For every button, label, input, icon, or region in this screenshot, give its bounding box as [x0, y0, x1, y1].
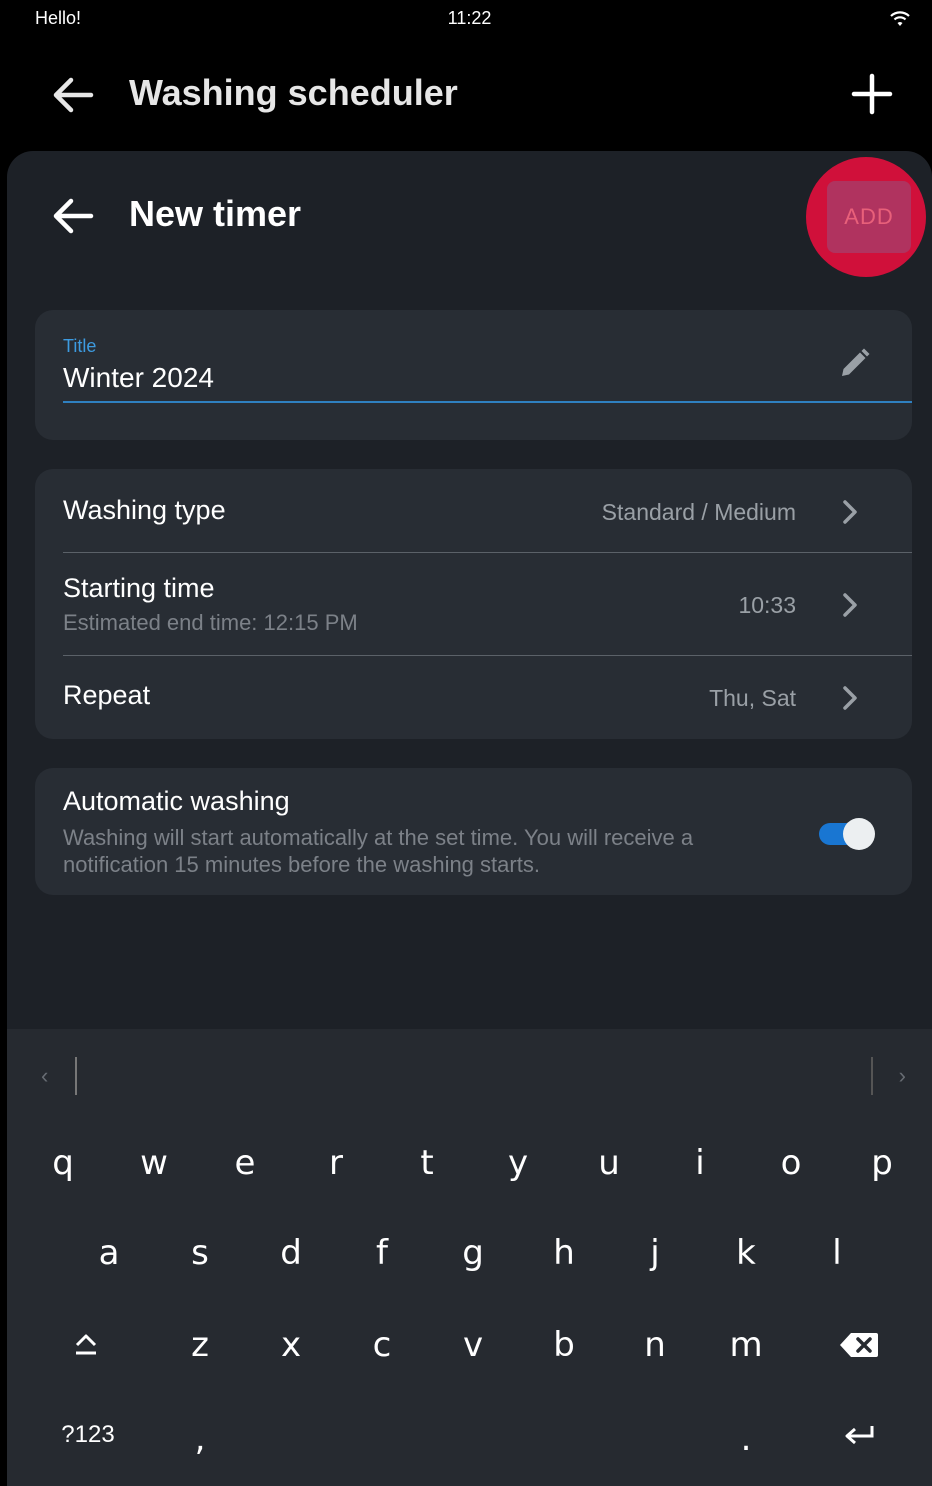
sheet-back-icon[interactable] — [47, 191, 97, 241]
suggestion-divider — [75, 1057, 77, 1095]
title-card: Title Winter 2024 — [35, 310, 912, 440]
estimated-end-time: Estimated end time: 12:15 PM — [63, 610, 358, 635]
key-a[interactable]: a — [79, 1223, 139, 1283]
key-y[interactable]: y — [488, 1133, 548, 1193]
key-h[interactable]: h — [534, 1223, 594, 1283]
starting-time-value: 10:33 — [738, 592, 796, 618]
sheet-title: New timer — [129, 193, 302, 234]
enter-key[interactable] — [829, 1405, 889, 1465]
key-b[interactable]: b — [534, 1315, 594, 1375]
add-icon[interactable] — [850, 72, 894, 116]
status-bar: Hello! 11:22 — [7, 0, 932, 40]
comma-key[interactable]: , — [170, 1409, 230, 1469]
key-f[interactable]: f — [352, 1223, 412, 1283]
automatic-washing-label: Automatic washing — [63, 786, 290, 816]
add-button[interactable]: ADD — [827, 181, 911, 253]
keyboard: ‹ › q w e r t y u i o p a s d f g h j k … — [7, 1029, 932, 1486]
wifi-icon — [888, 8, 912, 28]
key-n[interactable]: n — [625, 1315, 685, 1375]
key-d[interactable]: d — [261, 1223, 321, 1283]
key-l[interactable]: l — [807, 1223, 867, 1283]
enter-icon — [842, 1423, 876, 1447]
repeat-value: Thu, Sat — [709, 685, 796, 711]
sheet-header: New timer ADD — [7, 151, 932, 281]
key-v[interactable]: v — [443, 1315, 503, 1375]
automatic-washing-card: Automatic washing Washing will start aut… — [35, 768, 912, 895]
backspace-key[interactable] — [829, 1315, 889, 1375]
key-i[interactable]: i — [670, 1133, 730, 1193]
title-field-underline — [63, 401, 912, 403]
key-q[interactable]: q — [33, 1133, 93, 1193]
key-p[interactable]: p — [852, 1133, 912, 1193]
status-time: 11:22 — [447, 8, 492, 28]
key-u[interactable]: u — [579, 1133, 639, 1193]
key-k[interactable]: k — [716, 1223, 776, 1283]
key-s[interactable]: s — [170, 1223, 230, 1283]
symbols-key[interactable]: ?123 — [57, 1405, 119, 1465]
shift-icon — [73, 1333, 99, 1357]
key-m[interactable]: m — [716, 1315, 776, 1375]
chevron-right-icon — [838, 683, 862, 713]
washing-type-value: Standard / Medium — [601, 499, 796, 525]
chevron-right-icon — [838, 497, 862, 527]
key-x[interactable]: x — [261, 1315, 321, 1375]
shift-key[interactable] — [56, 1315, 116, 1375]
key-t[interactable]: t — [397, 1133, 457, 1193]
repeat-label: Repeat — [63, 680, 151, 710]
suggestion-divider — [871, 1057, 873, 1095]
app-title: Washing scheduler — [129, 72, 458, 113]
space-key[interactable] — [247, 1405, 687, 1465]
suggestion-bar: ‹ › — [7, 1029, 932, 1119]
toggle-knob — [843, 818, 875, 850]
edit-pencil-icon[interactable] — [836, 346, 872, 382]
key-e[interactable]: e — [215, 1133, 275, 1193]
starting-time-row[interactable]: Starting time Estimated end time: 12:15 … — [35, 553, 912, 655]
suggestion-right-icon[interactable]: › — [899, 1063, 906, 1089]
app-bar: Washing scheduler — [7, 40, 932, 150]
starting-time-label: Starting time — [63, 573, 215, 603]
back-arrow-icon[interactable] — [47, 70, 97, 120]
suggestion-left-icon[interactable]: ‹ — [41, 1063, 48, 1089]
automatic-washing-description: Washing will start automatically at the … — [63, 825, 694, 877]
title-field[interactable]: Winter 2024 — [63, 362, 214, 394]
key-g[interactable]: g — [443, 1223, 503, 1283]
title-field-label: Title — [63, 336, 97, 356]
key-z[interactable]: z — [170, 1315, 230, 1375]
repeat-row[interactable]: Repeat Thu, Sat — [35, 656, 912, 739]
key-j[interactable]: j — [625, 1223, 685, 1283]
automatic-washing-toggle[interactable] — [819, 818, 875, 850]
period-key[interactable]: . — [716, 1409, 776, 1469]
key-o[interactable]: o — [761, 1133, 821, 1193]
washing-type-row[interactable]: Washing type Standard / Medium — [35, 469, 912, 552]
settings-card: Washing type Standard / Medium Starting … — [35, 469, 912, 739]
key-r[interactable]: r — [306, 1133, 366, 1193]
backspace-icon — [839, 1331, 879, 1359]
device-frame: Hello! 11:22 Washing scheduler New timer… — [7, 0, 932, 1486]
key-w[interactable]: w — [124, 1133, 184, 1193]
chevron-right-icon — [838, 590, 862, 620]
key-c[interactable]: c — [352, 1315, 412, 1375]
washing-type-label: Washing type — [63, 495, 226, 525]
